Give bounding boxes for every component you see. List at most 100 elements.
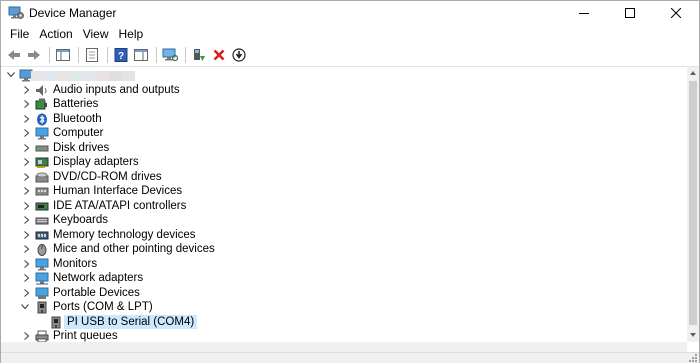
show-hide-console-tree-button[interactable]: [54, 46, 72, 64]
status-bar: [1, 352, 699, 363]
tree-item-label: Ports (COM & LPT): [53, 301, 153, 313]
scan-hardware-changes-icon: [162, 48, 178, 62]
device-manager-window: Device Manager File Action View Help ? A…: [0, 0, 700, 363]
vertical-scrollbar-thumb[interactable]: [689, 81, 697, 325]
display-adapter-icon: [35, 156, 49, 169]
uninstall-device-button[interactable]: [210, 46, 228, 64]
chevron-right-icon[interactable]: [23, 245, 31, 253]
device-manager-app-icon: [8, 6, 24, 20]
tree-item-label: Computer: [53, 127, 104, 139]
selected-device-label: PI USB to Serial (COM4): [64, 314, 198, 329]
chevron-right-icon[interactable]: [23, 332, 31, 340]
chevron-right-icon[interactable]: [23, 230, 31, 239]
menu-view[interactable]: View: [78, 25, 114, 44]
tree-item-network-adapters[interactable]: Network adapters: [1, 271, 687, 286]
chevron-down-icon[interactable]: [21, 303, 29, 311]
network-adapter-icon: [35, 272, 49, 285]
scroll-down-icon[interactable]: [690, 333, 696, 337]
update-driver-button[interactable]: [190, 46, 208, 64]
tree-item-label: Display adapters: [53, 156, 139, 168]
tree-item-bluetooth[interactable]: Bluetooth: [1, 112, 687, 127]
menu-help[interactable]: Help: [114, 25, 149, 44]
tree-item-display-adapters[interactable]: Display adapters: [1, 155, 687, 170]
speaker-icon: [35, 84, 49, 97]
hid-icon: [35, 185, 49, 198]
battery-icon: [35, 98, 49, 111]
port-icon: [35, 301, 49, 314]
tree-root[interactable]: [1, 68, 687, 83]
title-bar[interactable]: Device Manager: [1, 1, 699, 25]
back-button[interactable]: [5, 46, 23, 64]
tree-item-mice-and-other-pointing-devices[interactable]: Mice and other pointing devices: [1, 242, 687, 257]
forward-arrow-icon: [28, 50, 40, 60]
menu-action[interactable]: Action: [34, 25, 77, 44]
forward-button[interactable]: [25, 46, 43, 64]
tree-item-human-interface-devices[interactable]: Human Interface Devices: [1, 184, 687, 199]
disable-device-icon: [232, 48, 246, 62]
tree-item-audio-inputs-and-outputs[interactable]: Audio inputs and outputs: [1, 83, 687, 98]
menu-bar: File Action View Help: [1, 25, 699, 44]
chevron-right-icon[interactable]: [23, 259, 31, 268]
tree-item-portable-devices[interactable]: Portable Devices: [1, 286, 687, 301]
chevron-right-icon[interactable]: [23, 100, 31, 108]
tree-item-monitors[interactable]: Monitors: [1, 257, 687, 272]
tree-item-label: DVD/CD-ROM drives: [53, 170, 162, 183]
minimize-button[interactable]: [561, 1, 607, 25]
chevron-down-icon[interactable]: [7, 71, 15, 79]
tree-item-label: Human Interface Devices: [53, 185, 183, 197]
toolbar: ?: [1, 44, 699, 66]
properties-button[interactable]: [83, 46, 101, 64]
tree-item-computer[interactable]: Computer: [1, 126, 687, 141]
horizontal-scrollbar[interactable]: [1, 342, 687, 352]
tree-item-label: Audio inputs and outputs: [53, 83, 180, 96]
chevron-right-icon[interactable]: [23, 143, 31, 152]
chevron-right-icon[interactable]: [23, 114, 31, 123]
tree-item-dvd-cd-rom-drives[interactable]: DVD/CD-ROM drives: [1, 170, 687, 185]
close-icon: [671, 8, 681, 18]
scan-hardware-changes-button[interactable]: [161, 46, 179, 64]
menu-file[interactable]: File: [5, 25, 34, 44]
tree-item-memory-technology-devices[interactable]: Memory technology devices: [1, 228, 687, 243]
maximize-button[interactable]: [607, 1, 653, 25]
tree-item-label: Bluetooth: [53, 112, 102, 125]
chevron-right-icon[interactable]: [23, 158, 31, 166]
tree-item-label: Network adapters: [53, 272, 144, 284]
tree-item-label: IDE ATA/ATAPI controllers: [53, 199, 187, 212]
tree-item-keyboards[interactable]: Keyboards: [1, 213, 687, 228]
chevron-right-icon[interactable]: [23, 85, 31, 94]
chevron-right-icon[interactable]: [23, 216, 31, 224]
disable-device-button[interactable]: [230, 46, 248, 64]
toolbar-separator: [156, 47, 157, 63]
chevron-right-icon[interactable]: [23, 187, 31, 195]
chevron-right-icon[interactable]: [23, 274, 31, 282]
show-hide-console-tree-icon: [56, 49, 70, 61]
ide-controller-icon: [35, 200, 49, 213]
tree-item-ide-ata-atapi-controllers[interactable]: IDE ATA/ATAPI controllers: [1, 199, 687, 214]
tree-item-batteries[interactable]: Batteries: [1, 97, 687, 112]
help-button[interactable]: ?: [112, 46, 130, 64]
chevron-right-icon[interactable]: [23, 288, 31, 297]
port-icon: [49, 316, 63, 329]
bluetooth-icon: [35, 113, 49, 126]
tree-item-pi-usb-to-serial-com4[interactable]: PI USB to Serial (COM4): [1, 314, 687, 330]
monitor-icon: [35, 127, 49, 140]
close-button[interactable]: [653, 1, 699, 25]
keyboard-icon: [35, 214, 49, 227]
back-arrow-icon: [8, 50, 20, 60]
vertical-scrollbar[interactable]: [687, 67, 699, 342]
tree-item-disk-drives[interactable]: Disk drives: [1, 141, 687, 156]
device-tree[interactable]: Audio inputs and outputs Batteries Bluetoo…: [1, 67, 687, 342]
tree-item-ports-com-lpt[interactable]: Ports (COM & LPT): [1, 300, 687, 315]
scroll-up-icon[interactable]: [690, 71, 696, 75]
tree-item-label: Keyboards: [53, 214, 108, 226]
chevron-right-icon[interactable]: [23, 172, 31, 181]
tree-item-label: Mice and other pointing devices: [53, 243, 215, 255]
update-driver-icon: [194, 49, 205, 61]
svg-text:?: ?: [118, 51, 124, 62]
resize-grip-icon[interactable]: [689, 354, 697, 362]
show-action-pane-button[interactable]: [132, 46, 150, 64]
chevron-right-icon[interactable]: [23, 201, 31, 210]
monitor-icon: [35, 258, 49, 271]
tree-item-print-queues[interactable]: Print queues: [1, 329, 687, 342]
chevron-right-icon[interactable]: [23, 129, 31, 137]
